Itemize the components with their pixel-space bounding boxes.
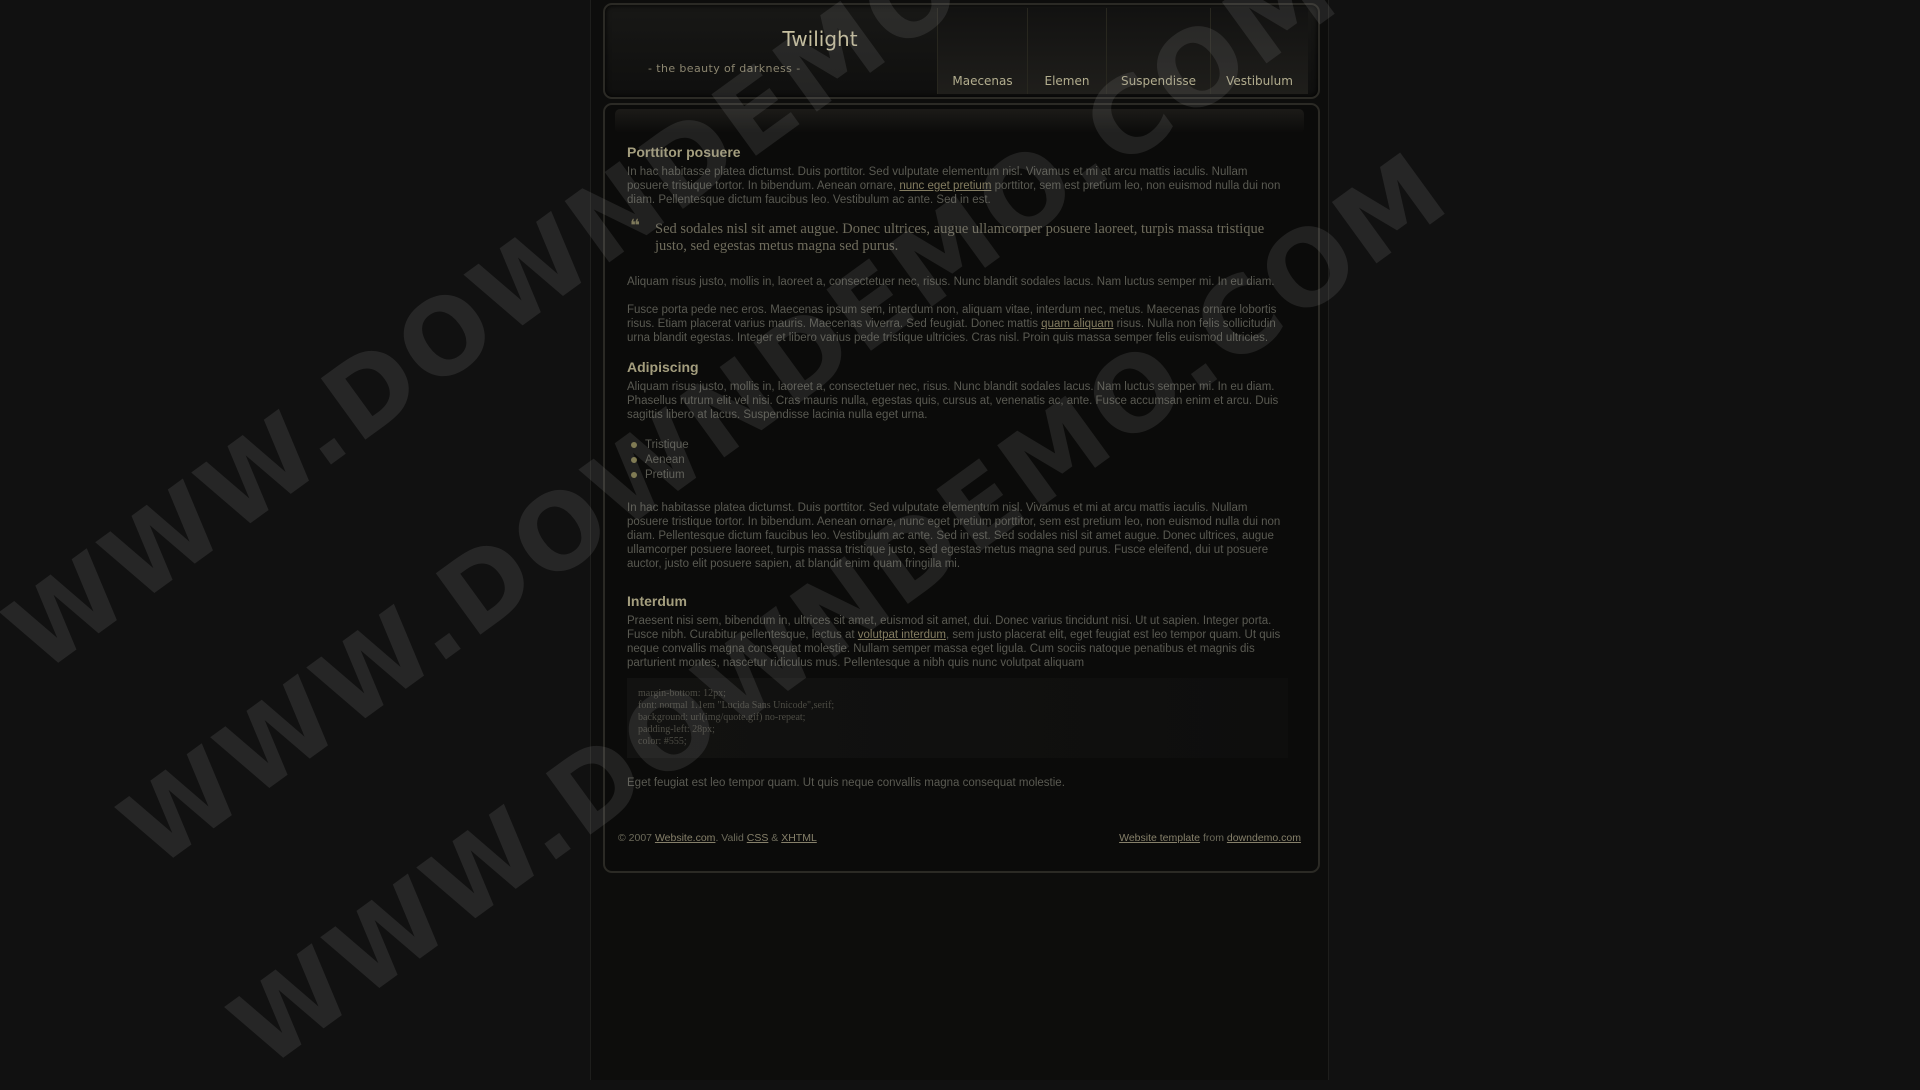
quote-icon: ❝ [630,216,640,236]
nav-item-elemen[interactable]: Elemen [1027,8,1106,94]
site-title[interactable]: Twilight [683,27,957,51]
valid-text: . Valid [715,832,744,844]
paragraph: Aliquam risus justo, mollis in, laoreet … [627,276,1275,288]
css-link[interactable]: CSS [747,832,769,844]
bullet-icon [631,472,637,478]
code-line: background: url(img/quote.gif) no-repeat… [638,712,806,723]
blockquote: ❝ Sed sodales nisl sit amet augue. Donec… [627,216,1288,255]
site-tagline: - the beauty of darkness - [648,62,801,75]
bullet-list: Tristique Aenean Pretium [627,438,1288,483]
paragraph: Aliquam risus justo, mollis in, laoreet … [627,381,1279,421]
paragraph: Eget feugiat est leo tempor quam. Ut qui… [627,777,1065,789]
code-line: color: #555; [638,736,687,747]
section-heading-adipiscing: Adipiscing [627,359,699,375]
xhtml-link[interactable]: XHTML [781,832,817,844]
section-heading-interdum: Interdum [627,593,687,609]
template-link[interactable]: Website template [1119,832,1200,844]
link-quam-aliquam[interactable]: quam aliquam [1041,318,1113,330]
content-top-bar [615,109,1304,133]
list-item-label: Aenean [645,454,685,466]
list-item-label: Pretium [645,469,685,481]
paragraph: Fusce porta pede nec eros. Maecenas ipsu… [627,303,1288,345]
from-text: from [1202,832,1224,844]
paragraph: Praesent nisi sem, bibendum in, ultrices… [627,614,1288,670]
list-item: Tristique [627,438,1288,453]
nav-item-suspendisse[interactable]: Suspendisse [1106,8,1210,94]
link-volutpat-interdum[interactable]: volutpat interdum [858,629,946,641]
code-line: margin-bottom: 12px; [638,688,726,699]
link-nunc-eget-pretium[interactable]: nunc eget pretium [899,180,991,192]
list-item: Pretium [627,468,1288,483]
footer-site-link[interactable]: Website.com [655,832,716,844]
paragraph: In hac habitasse platea dictumst. Duis p… [627,502,1281,570]
bullet-icon [631,457,637,463]
list-item: Aenean [627,453,1288,468]
code-line: padding-left: 28px; [638,724,715,735]
bullet-icon [631,442,637,448]
footer-right: Website template from downdemo.com [1119,832,1301,844]
source-link[interactable]: downdemo.com [1227,832,1301,844]
section-heading-porttitor: Porttitor posuere [627,144,741,160]
main-nav: Maecenas Elemen Suspendisse Vestibulum [937,8,1308,94]
paragraph: In hac habitasse platea dictumst. Duis p… [627,165,1288,207]
list-item-label: Tristique [645,439,689,451]
ampersand-text: & [771,832,779,844]
footer: © 2007 Website.com. Valid CSS & XHTML We… [618,832,1301,846]
code-block: margin-bottom: 12px; font: normal 1.1em … [627,678,1288,758]
copyright-text: © 2007 [618,832,653,844]
nav-item-maecenas[interactable]: Maecenas [937,8,1027,94]
nav-item-vestibulum[interactable]: Vestibulum [1210,8,1308,94]
main-content: Porttitor posuere In hac habitasse plate… [627,144,1288,804]
footer-left: © 2007 Website.com. Valid CSS & XHTML [618,832,817,844]
code-line: font: normal 1.1em "Lucida Sans Unicode"… [638,700,835,711]
quote-text: Sed sodales nisl sit amet augue. Donec u… [655,221,1265,254]
